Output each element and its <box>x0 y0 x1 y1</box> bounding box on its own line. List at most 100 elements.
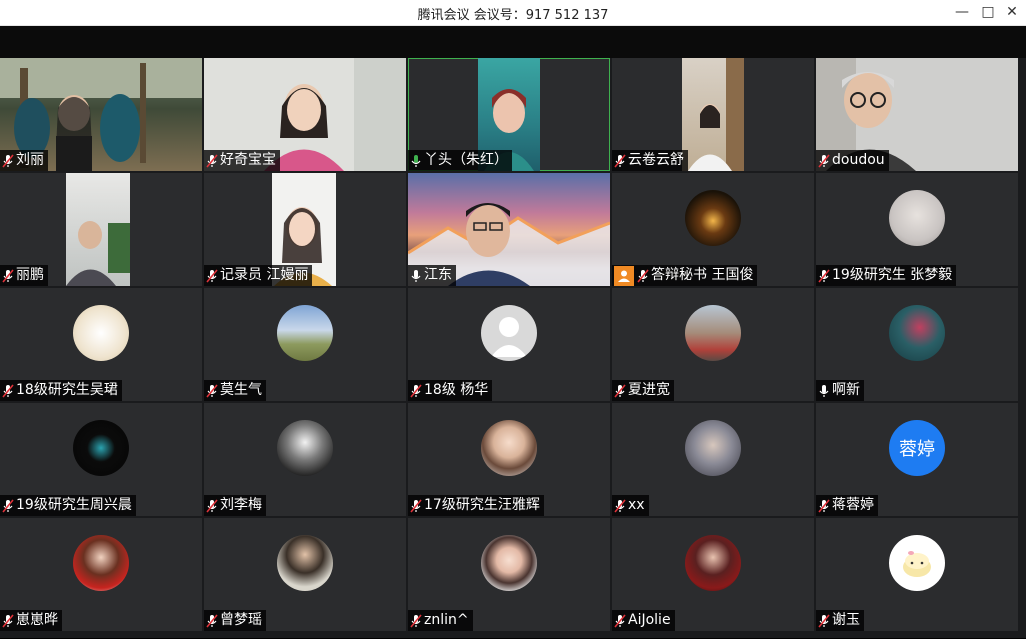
participant-name: 好奇宝宝 <box>220 152 276 168</box>
participant-tile[interactable]: 夏进宽 <box>612 288 814 401</box>
participant-tile[interactable]: 19级研究生 张梦毅 <box>816 173 1018 286</box>
participant-avatar <box>277 535 333 591</box>
participant-tile[interactable]: 莫生气 <box>204 288 406 401</box>
participant-tile[interactable]: 18级 杨华 <box>408 288 610 401</box>
participant-name: 17级研究生汪雅辉 <box>424 497 540 513</box>
mic-muted-icon <box>206 383 218 398</box>
participant-avatar <box>481 305 537 361</box>
mic-muted-icon <box>614 613 626 628</box>
mic-on-icon <box>819 384 829 397</box>
participant-tile[interactable]: znlin^ <box>408 518 610 631</box>
participant-name: 谢玉 <box>832 612 860 628</box>
mic-muted-icon <box>818 613 830 628</box>
participant-name: 崽崽晔 <box>16 612 58 628</box>
participant-tile[interactable]: 刘丽 <box>0 58 202 171</box>
participant-tile[interactable]: AiJolie <box>612 518 814 631</box>
mic-muted-icon <box>206 613 218 628</box>
participant-name: 答辩秘书 王国俊 <box>651 267 754 283</box>
mic-muted-icon <box>2 383 14 398</box>
participant-name: 刘丽 <box>16 152 44 168</box>
mic-muted-icon <box>637 268 649 283</box>
participant-avatar-initials: 蓉婷 <box>889 420 945 476</box>
cartoon-avatar-icon <box>903 551 931 577</box>
participant-name-bar: 好奇宝宝 <box>204 150 280 171</box>
video-feed <box>66 173 130 286</box>
participant-tile[interactable]: 谢玉 <box>816 518 1018 631</box>
participant-name-bar: 记录员 江嫚丽 <box>204 265 313 286</box>
participant-tile[interactable]: 崽崽晔 <box>0 518 202 631</box>
participant-name: 啊新 <box>832 382 860 398</box>
participant-tile[interactable]: 丽鹏 <box>0 173 202 286</box>
default-user-icon <box>491 317 527 357</box>
mic-muted-icon <box>2 498 14 513</box>
toolbar-area <box>0 26 1026 58</box>
participant-name: 云卷云舒 <box>628 152 684 168</box>
participant-tile[interactable]: 江东 <box>408 173 610 286</box>
mic-muted-icon <box>410 613 422 628</box>
participant-name: 18级 杨华 <box>424 382 489 398</box>
participant-name: 丽鹏 <box>16 267 44 283</box>
participant-tile[interactable]: 云卷云舒 <box>612 58 814 171</box>
participant-name-bar: 崽崽晔 <box>0 610 62 631</box>
participant-tile[interactable]: 啊新 <box>816 288 1018 401</box>
participant-avatar <box>73 420 129 476</box>
minimize-button[interactable]: — <box>950 2 974 22</box>
mic-muted-icon <box>818 153 830 168</box>
participant-name-bar: 江东 <box>408 265 456 286</box>
participant-name-bar: 曾梦瑶 <box>204 610 266 631</box>
participant-avatar <box>277 305 333 361</box>
video-frame-graphic <box>688 58 744 171</box>
maximize-button[interactable]: □ <box>976 2 1000 22</box>
title-bar: 腾讯会议 会议号：917 512 137 — □ ✕ <box>0 0 1026 26</box>
participant-name-bar: 答辩秘书 王国俊 <box>612 265 758 286</box>
close-button[interactable]: ✕ <box>1000 2 1024 22</box>
participant-tile[interactable]: 答辩秘书 王国俊 <box>612 173 814 286</box>
participant-grid: 刘丽 好奇宝宝 丫头（朱红） 云卷云舒 doudou 丽鹏 记录员 江嫚丽 江东… <box>0 58 1026 638</box>
participant-name-bar: 莫生气 <box>204 380 266 401</box>
participant-tile[interactable]: 蓉婷 蒋蓉婷 <box>816 403 1018 516</box>
participant-name: 莫生气 <box>220 382 262 398</box>
participant-avatar <box>481 420 537 476</box>
participant-avatar <box>685 420 741 476</box>
participant-name: xx <box>628 497 645 513</box>
participant-name-bar: 19级研究生 张梦毅 <box>816 265 957 286</box>
participant-name-bar: 17级研究生汪雅辉 <box>408 495 544 516</box>
mic-muted-icon <box>2 153 14 168</box>
participant-name-bar: 丽鹏 <box>0 265 48 286</box>
participant-tile[interactable]: doudou <box>816 58 1018 171</box>
participant-tile[interactable]: 刘李梅 <box>204 403 406 516</box>
participant-name-bar: 谢玉 <box>816 610 864 631</box>
participant-name-bar: 丫头（朱红） <box>408 150 512 171</box>
participant-tile[interactable]: xx <box>612 403 814 516</box>
participant-tile-active-speaker[interactable]: 丫头（朱红） <box>408 58 610 171</box>
participant-avatar <box>889 305 945 361</box>
participant-name: znlin^ <box>424 612 469 628</box>
participant-tile[interactable]: 好奇宝宝 <box>204 58 406 171</box>
mic-muted-icon <box>614 153 626 168</box>
mic-muted-icon <box>206 268 218 283</box>
mic-muted-icon <box>818 268 830 283</box>
mic-muted-icon <box>2 268 14 283</box>
participant-name: 夏进宽 <box>628 382 670 398</box>
participant-tile[interactable]: 17级研究生汪雅辉 <box>408 403 610 516</box>
mic-on-icon <box>411 269 421 282</box>
participant-name-bar: 夏进宽 <box>612 380 674 401</box>
participant-tile[interactable]: 18级研究生吴珺 <box>0 288 202 401</box>
mic-speaking-icon <box>411 154 421 167</box>
participant-name: 记录员 江嫚丽 <box>220 267 309 283</box>
participant-tile[interactable]: 记录员 江嫚丽 <box>204 173 406 286</box>
participant-avatar <box>685 305 741 361</box>
participant-name: 蒋蓉婷 <box>832 497 874 513</box>
mic-muted-icon <box>818 498 830 513</box>
participant-tile[interactable]: 19级研究生周兴晨 <box>0 403 202 516</box>
mic-muted-icon <box>206 153 218 168</box>
participant-avatar <box>481 535 537 591</box>
participant-name-bar: 18级研究生吴珺 <box>0 380 122 401</box>
participant-name: 丫头（朱红） <box>424 152 508 168</box>
participant-name: 江东 <box>424 267 452 283</box>
participant-name-bar: AiJolie <box>612 610 675 631</box>
participant-tile[interactable]: 曾梦瑶 <box>204 518 406 631</box>
mic-muted-icon <box>410 498 422 513</box>
participant-name-bar: doudou <box>816 150 889 171</box>
participant-avatar <box>277 420 333 476</box>
